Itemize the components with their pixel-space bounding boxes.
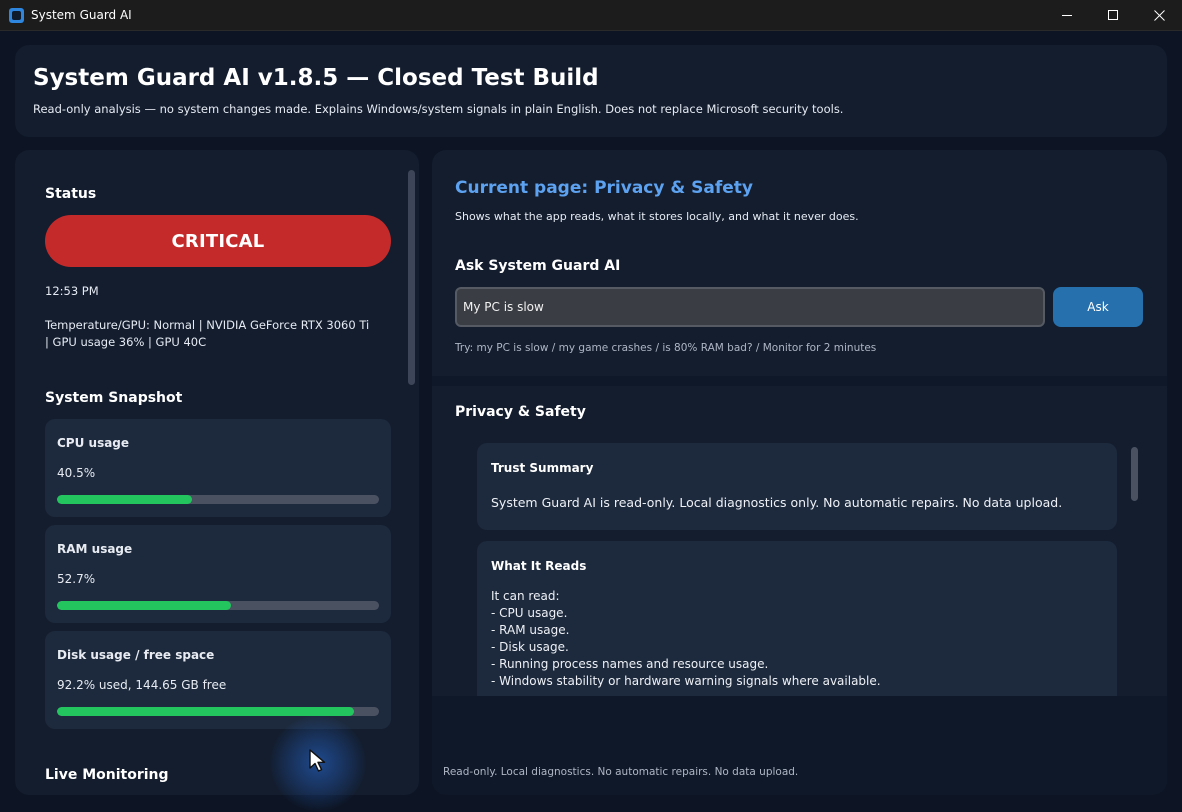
minimize-button[interactable] xyxy=(1044,0,1090,31)
trust-summary-card: Trust Summary System Guard AI is read-on… xyxy=(477,443,1117,530)
list-item: - RAM usage. xyxy=(491,623,570,637)
privacy-scrollbar[interactable] xyxy=(1131,447,1138,501)
footer-note: Read-only. Local diagnostics. No automat… xyxy=(443,766,799,778)
disk-card: Disk usage / free space 92.2% used, 144.… xyxy=(45,631,391,729)
left-scrollbar[interactable] xyxy=(408,170,415,385)
ram-value: 52.7% xyxy=(57,572,96,586)
window-controls xyxy=(1044,0,1182,31)
privacy-section[interactable]: Privacy & Safety Trust Summary System Gu… xyxy=(432,386,1167,696)
cpu-card: CPU usage 40.5% xyxy=(45,419,391,517)
status-time: 12:53 PM xyxy=(45,284,99,298)
cpu-value: 40.5% xyxy=(57,466,96,480)
maximize-button[interactable] xyxy=(1090,0,1136,31)
ask-hint: Try: my PC is slow / my game crashes / i… xyxy=(455,342,877,354)
disk-value: 92.2% used, 144.65 GB free xyxy=(57,678,227,692)
ram-card: RAM usage 52.7% xyxy=(45,525,391,623)
list-item: - CPU usage. xyxy=(491,606,568,620)
what-it-reads-card: What It Reads It can read: - CPU usage. … xyxy=(477,541,1117,696)
status-badge: CRITICAL xyxy=(45,215,391,267)
ram-label: RAM usage xyxy=(57,542,133,556)
app-title: System Guard AI v1.8.5 — Closed Test Bui… xyxy=(33,65,599,91)
cpu-progress-bar xyxy=(57,495,379,504)
cpu-progress-fill xyxy=(57,495,193,504)
ram-progress-bar xyxy=(57,601,379,610)
what-it-reads-title: What It Reads xyxy=(491,559,587,573)
page-subtitle: Shows what the app reads, what it stores… xyxy=(455,210,859,223)
snapshot-heading: System Snapshot xyxy=(45,390,183,406)
mouse-cursor-icon xyxy=(309,749,326,772)
ram-progress-fill xyxy=(57,601,231,610)
trust-summary-title: Trust Summary xyxy=(491,461,594,475)
list-item: - Running process names and resource usa… xyxy=(491,657,769,671)
ask-input[interactable] xyxy=(455,287,1045,327)
app-subtitle: Read-only analysis — no system changes m… xyxy=(33,102,844,116)
list-item: - Disk usage. xyxy=(491,640,569,654)
title-bar: System Guard AI xyxy=(0,0,1182,31)
disk-progress-bar xyxy=(57,707,379,716)
cpu-label: CPU usage xyxy=(57,436,130,450)
minimize-icon xyxy=(1061,15,1072,16)
list-item: - Windows stability or hardware warning … xyxy=(491,674,881,688)
status-heading: Status xyxy=(45,186,97,202)
disk-label: Disk usage / free space xyxy=(57,648,215,662)
trust-summary-body: System Guard AI is read-only. Local diag… xyxy=(491,495,1063,510)
ask-button[interactable]: Ask xyxy=(1053,287,1143,327)
live-monitoring-heading: Live Monitoring xyxy=(45,767,169,783)
close-icon xyxy=(1153,10,1165,21)
temperature-info: Temperature/GPU: Normal | NVIDIA GeForce… xyxy=(45,318,370,349)
page-title: Current page: Privacy & Safety xyxy=(455,178,753,198)
app-logo-icon xyxy=(9,7,24,23)
reads-intro: It can read: xyxy=(491,589,560,603)
maximize-icon xyxy=(1107,10,1118,20)
left-panel[interactable]: Status CRITICAL 12:53 PM Temperature/GPU… xyxy=(15,150,419,795)
privacy-heading: Privacy & Safety xyxy=(455,404,586,420)
header-card: System Guard AI v1.8.5 — Closed Test Bui… xyxy=(15,45,1167,137)
close-button[interactable] xyxy=(1136,0,1182,31)
reads-list: It can read: - CPU usage. - RAM usage. -… xyxy=(491,588,881,690)
ask-heading: Ask System Guard AI xyxy=(455,258,621,274)
window-title: System Guard AI xyxy=(31,8,132,22)
right-panel: Current page: Privacy & Safety Shows wha… xyxy=(432,150,1167,795)
ask-section: Current page: Privacy & Safety Shows wha… xyxy=(432,150,1167,376)
